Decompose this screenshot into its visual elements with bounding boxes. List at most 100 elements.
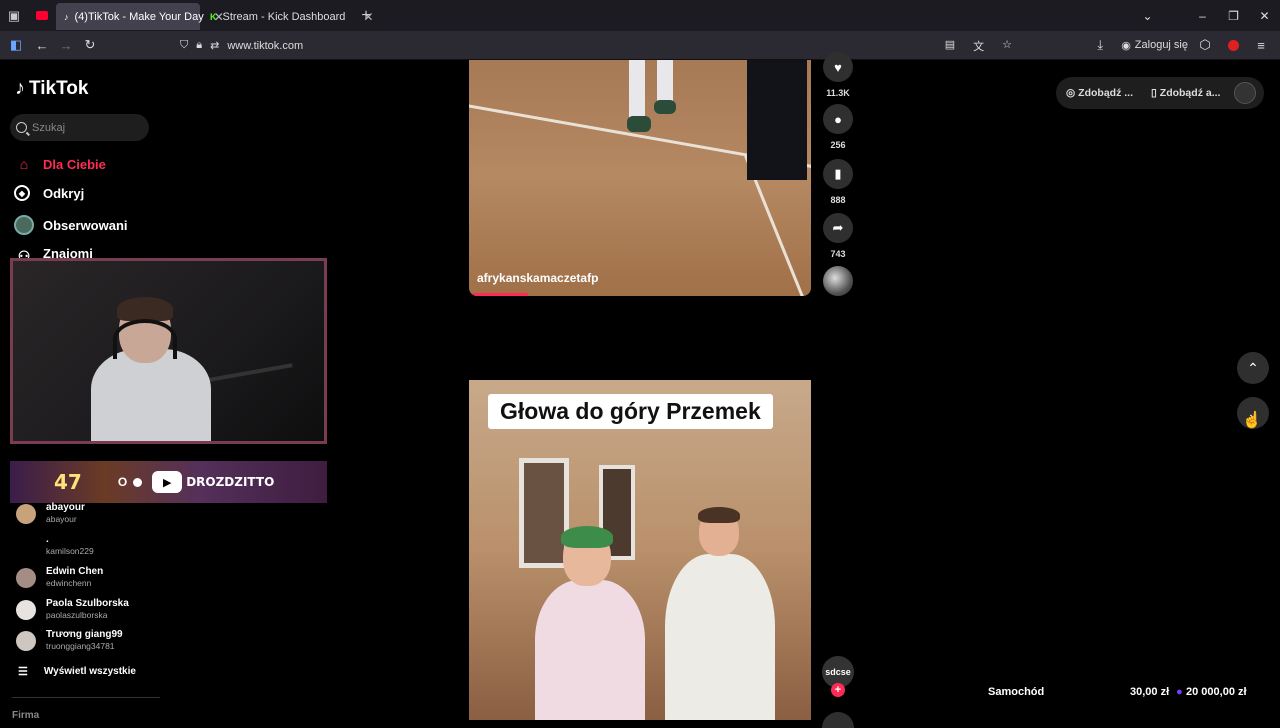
- tab-list-chevron-icon[interactable]: ⌄: [1132, 0, 1163, 31]
- share-count: 743: [830, 249, 846, 259]
- video-player[interactable]: Głowa do góry Przemek: [469, 380, 811, 720]
- like-action[interactable]: ♥ 11.3K: [822, 52, 854, 98]
- browser-nav-bar: ◧ ← → ↻ ⛉ 🔒︎ ⇄ www.tiktok.com ▤ 文 ☆ ⤓ ◉ …: [0, 31, 1280, 60]
- nav-label: Dla Ciebie: [43, 156, 106, 172]
- minimize-icon[interactable]: –: [1187, 0, 1218, 31]
- menu-icon[interactable]: ≡: [1250, 33, 1272, 57]
- coin-icon: ◎: [1066, 87, 1076, 99]
- friends-icon: ⚇: [17, 247, 31, 259]
- kick-favicon-icon: K: [210, 11, 217, 22]
- tiktok-note-icon: ♪: [15, 77, 25, 99]
- followed-account[interactable]: Edwin Chen edwinchenn: [16, 566, 103, 589]
- shield-icon[interactable]: ⛉: [180, 39, 188, 52]
- url-bar[interactable]: ⛉ 🔒︎ ⇄ www.tiktok.com ▤ 文 ☆: [180, 34, 1030, 57]
- account-name: abayour: [46, 502, 85, 513]
- downloads-icon[interactable]: ⤓: [1089, 33, 1111, 57]
- forward-icon[interactable]: →: [54, 33, 78, 57]
- url-text[interactable]: www.tiktok.com: [227, 40, 303, 52]
- tab-title: (4)TikTok - Make Your Day: [74, 10, 204, 23]
- youtube-play-icon: ▶: [152, 471, 183, 493]
- followed-account[interactable]: abayour abayour: [16, 502, 85, 525]
- account-login-button[interactable]: ◉ Zaloguj się: [1121, 39, 1188, 52]
- tab-kick[interactable]: K Stream - Kick Dashboard ✕: [202, 3, 373, 30]
- heart-icon[interactable]: ♥: [823, 52, 853, 82]
- nav-label: Odkryj: [43, 185, 85, 201]
- followed-account[interactable]: Paola Szulborska paolaszulborska: [16, 598, 129, 621]
- streamer-figure: [91, 297, 211, 441]
- search-input[interactable]: Szukaj: [10, 114, 149, 141]
- account-name: .: [46, 534, 49, 545]
- banner-channel-name: DROZDZITTO: [186, 475, 275, 489]
- login-label: Zaloguj się: [1134, 39, 1188, 51]
- video-progress-bar[interactable]: [473, 293, 528, 296]
- nav-following[interactable]: Obserwowani: [14, 215, 128, 235]
- nav-for-you[interactable]: ⌂ Dla Ciebie: [14, 154, 106, 174]
- avatar: [16, 503, 36, 524]
- comment-count: 256: [830, 140, 846, 150]
- close-window-icon[interactable]: ✕: [1249, 0, 1280, 31]
- phone-icon: ▯: [1151, 87, 1157, 99]
- reader-view-icon[interactable]: ▤: [945, 38, 955, 54]
- tab-overview-icon[interactable]: ▣: [0, 0, 28, 31]
- logo-text: TikTok: [29, 77, 89, 99]
- video-caption-overlay: Głowa do góry Przemek: [488, 394, 773, 429]
- search-icon: [16, 122, 27, 133]
- video-username[interactable]: afrykanskamaczetafp: [477, 271, 598, 285]
- permissions-icon[interactable]: ⇄: [210, 39, 219, 52]
- sidebar-toggle-icon[interactable]: ◧: [4, 33, 28, 57]
- donation-goal-amount: 20 000,00 zł: [1186, 686, 1247, 698]
- share-action[interactable]: ➦ 743: [822, 213, 854, 259]
- banner-dot: [133, 477, 143, 487]
- comment-icon[interactable]: ●: [823, 104, 853, 134]
- account-handle: edwinchenn: [46, 578, 92, 588]
- followed-account[interactable]: . kamilson229: [16, 534, 94, 557]
- new-tab-icon[interactable]: +: [352, 0, 380, 31]
- follow-plus-icon[interactable]: +: [831, 683, 845, 697]
- account-name: Trương giang99: [46, 629, 123, 640]
- streamer-webcam-overlay: [10, 258, 327, 444]
- video-player[interactable]: afrykanskamaczetafp: [469, 60, 811, 296]
- banner-letter: O: [117, 475, 128, 489]
- previous-video-button[interactable]: ⌃: [1237, 352, 1269, 384]
- like-count: 11.3K: [826, 88, 850, 98]
- tab-tiktok[interactable]: ♪ (4)TikTok - Make Your Day ✕: [56, 3, 224, 30]
- profile-avatar[interactable]: [1234, 82, 1256, 104]
- like-action[interactable]: [822, 712, 854, 728]
- nav-friends[interactable]: ⚇ Znajomi: [14, 246, 93, 258]
- bookmark-icon[interactable]: ▮: [823, 159, 853, 189]
- extensions-icon[interactable]: ⬡: [1194, 33, 1216, 57]
- followed-account[interactable]: Trương giang99 truonggiang34781: [16, 629, 123, 652]
- nav-label: Obserwowani: [43, 217, 128, 233]
- share-icon[interactable]: ➦: [823, 213, 853, 243]
- donation-separator-dot: ●: [1176, 686, 1183, 698]
- maximize-icon[interactable]: ❐: [1218, 0, 1249, 31]
- youtube-extension-icon[interactable]: [1222, 33, 1244, 57]
- avatar-icon: [14, 215, 34, 235]
- youtube-pinned-tab-icon[interactable]: [28, 0, 56, 31]
- account-handle: truonggiang34781: [46, 641, 115, 651]
- reload-icon[interactable]: ↻: [78, 33, 102, 57]
- back-icon[interactable]: ←: [30, 33, 54, 57]
- stream-overlay-banner: 47 O ▶ DROZDZITTO: [10, 461, 327, 503]
- save-action[interactable]: ▮ 888: [822, 159, 854, 205]
- tiktok-logo[interactable]: ♪ TikTok: [15, 77, 88, 100]
- avatar: [16, 599, 36, 620]
- donation-amount: 30,00 zł: [1130, 686, 1170, 698]
- lock-icon[interactable]: 🔒︎: [196, 39, 202, 52]
- bookmark-star-icon[interactable]: ☆: [1002, 38, 1012, 54]
- show-all-button[interactable]: ☰ Wyświetl wszystkie: [18, 665, 136, 678]
- music-disc-avatar[interactable]: [823, 266, 853, 296]
- mouse-cursor-icon: ☝: [1242, 412, 1262, 429]
- get-coins-button[interactable]: ◎ Zdobądź ...: [1066, 87, 1133, 99]
- search-placeholder: Szukaj: [32, 121, 66, 134]
- account-handle: kamilson229: [46, 546, 94, 556]
- nav-explore[interactable]: ◆ Odkryj: [14, 185, 84, 201]
- show-all-label: Wyświetl wszystkie: [43, 666, 136, 677]
- translate-icon[interactable]: 文: [973, 38, 984, 54]
- chevron-up-icon: ⌃: [1247, 359, 1259, 376]
- comment-action[interactable]: ● 256: [822, 104, 854, 150]
- tiktok-favicon-icon: ♪: [64, 11, 69, 22]
- account-icon: ◉: [1121, 39, 1131, 52]
- get-coins-bar: ◎ Zdobądź ... ▯ Zdobądź a...: [1056, 77, 1264, 109]
- get-app-button[interactable]: ▯ Zdobądź a...: [1151, 87, 1220, 99]
